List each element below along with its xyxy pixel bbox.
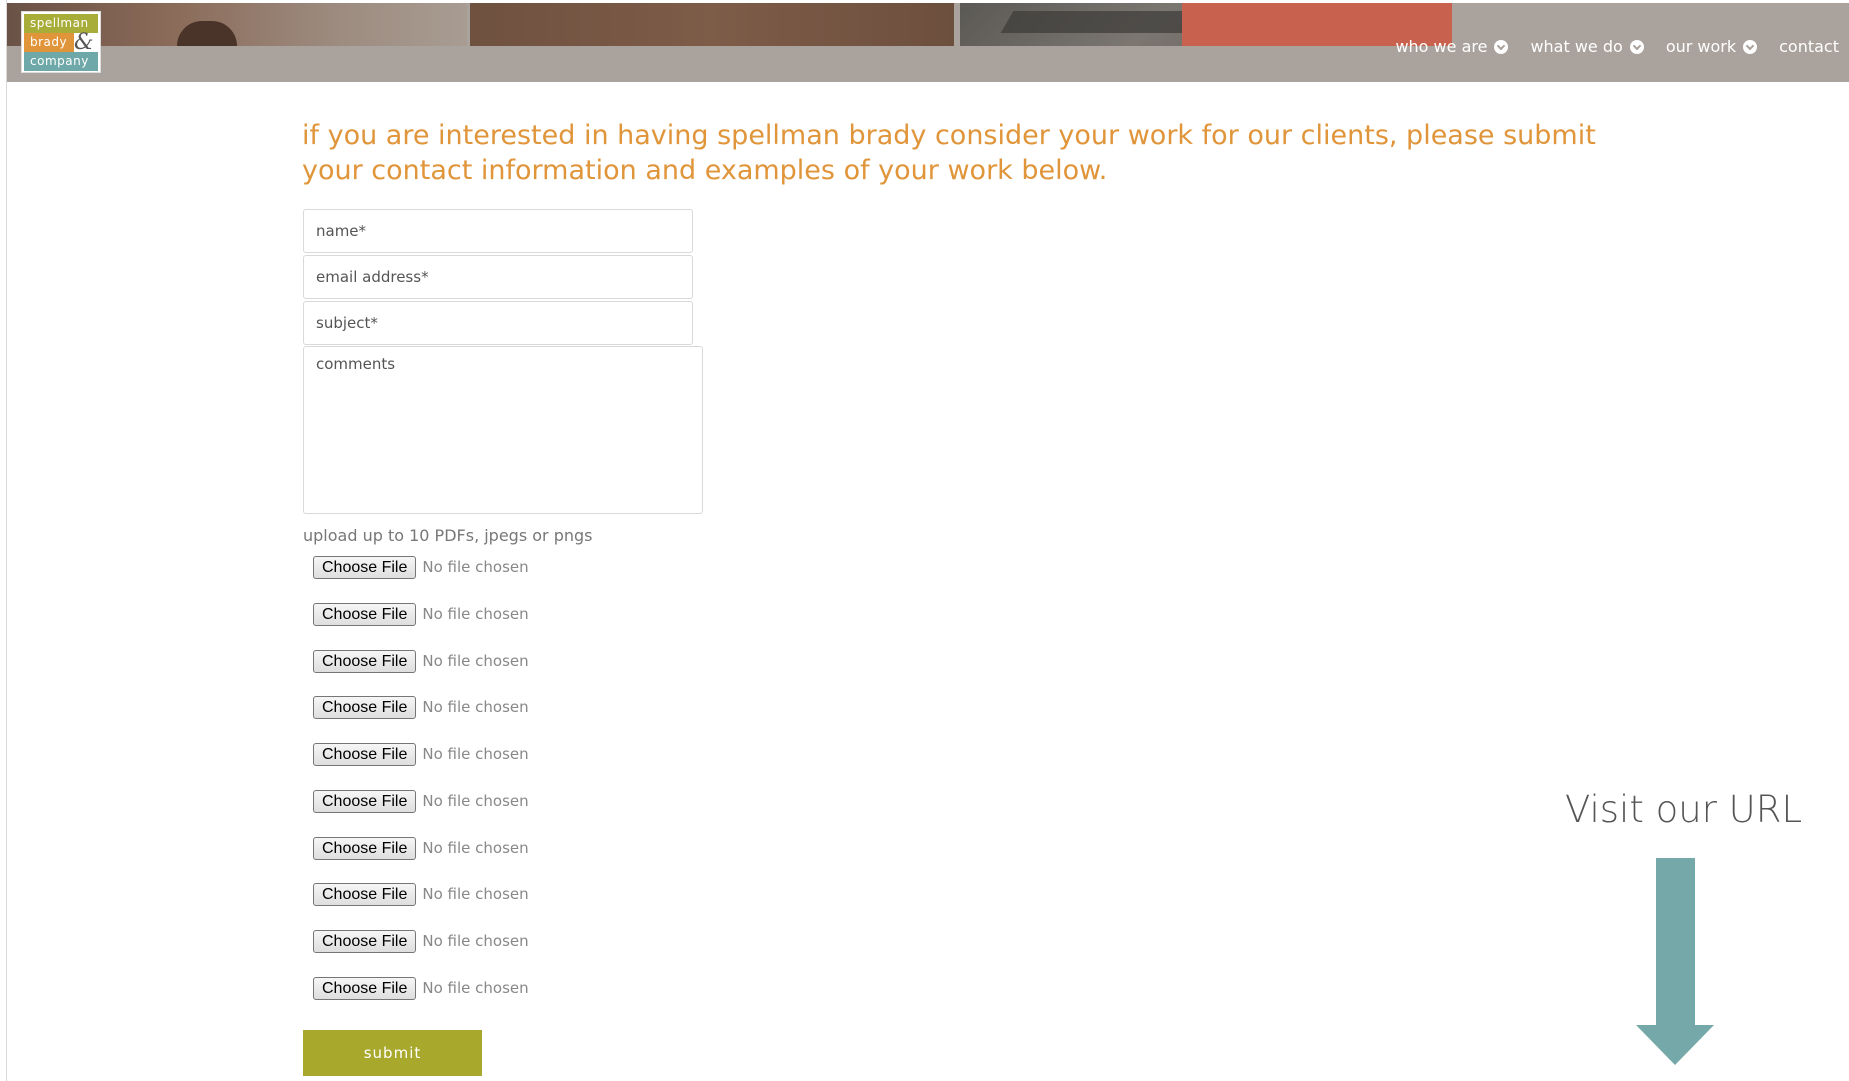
file-upload-row: Choose File No file chosen [313,789,529,813]
name-field[interactable] [303,209,693,253]
nav-item-our-work[interactable]: our work [1665,37,1758,56]
nav-item-label: contact [1779,37,1839,56]
file-status: No file chosen [422,605,529,623]
file-upload-row: Choose File No file chosen [313,929,529,953]
visit-url-callout: Visit our URL [1565,788,1803,831]
nav-item-what-we-do[interactable]: what we do [1530,37,1644,56]
choose-file-button[interactable]: Choose File [313,929,417,953]
file-status: No file chosen [422,932,529,950]
file-status: No file chosen [422,652,529,670]
choose-file-button[interactable]: Choose File [313,695,417,719]
choose-file-button[interactable]: Choose File [313,882,417,906]
choose-file-button[interactable]: Choose File [313,649,417,673]
nav-item-label: what we do [1530,37,1623,56]
down-arrow-icon [1656,858,1695,1028]
file-upload-row: Choose File No file chosen [313,742,529,766]
logo[interactable]: spellman brady & company [21,11,101,73]
main-nav: who we are what we do our work contact [1395,37,1839,56]
file-upload-row: Choose File No file chosen [313,695,529,719]
upload-label: upload up to 10 PDFs, jpegs or pngs [303,526,593,545]
logo-ampersand: & [74,30,94,55]
nav-item-label: our work [1665,37,1737,56]
choose-file-button[interactable]: Choose File [313,836,417,860]
file-upload-row: Choose File No file chosen [313,555,529,579]
submit-button[interactable]: submit [303,1030,482,1076]
file-upload-row: Choose File No file chosen [313,976,529,1000]
file-status: No file chosen [422,839,529,857]
logo-line-2: brady [24,33,74,52]
file-upload-row: Choose File No file chosen [313,836,529,860]
nav-item-who-we-are[interactable]: who we are [1395,37,1509,56]
file-status: No file chosen [422,885,529,903]
choose-file-button[interactable]: Choose File [313,602,417,626]
page: spellman brady & company who we are what… [0,0,1849,1081]
site-header: spellman brady & company who we are what… [7,3,1849,82]
file-status: No file chosen [422,558,529,576]
intro-text: if you are interested in having spellman… [302,120,1596,186]
chevron-down-circle-icon [1743,39,1758,54]
down-arrow-head [1636,1025,1714,1065]
file-upload-row: Choose File No file chosen [313,602,529,626]
file-upload-row: Choose File No file chosen [313,649,529,673]
choose-file-button[interactable]: Choose File [313,742,417,766]
page-edge [6,0,7,1081]
file-status: No file chosen [422,698,529,716]
subject-field[interactable] [303,301,693,345]
file-status: No file chosen [422,792,529,810]
choose-file-button[interactable]: Choose File [313,555,417,579]
choose-file-button[interactable]: Choose File [313,976,417,1000]
chevron-down-circle-icon [1494,39,1509,54]
nav-item-contact[interactable]: contact [1779,37,1839,56]
chevron-down-circle-icon [1629,39,1644,54]
hero-image-2 [470,3,954,46]
nav-item-label: who we are [1395,37,1488,56]
file-status: No file chosen [422,745,529,763]
email-field[interactable] [303,255,693,299]
logo-line-3: company [24,52,98,71]
file-status: No file chosen [422,979,529,997]
choose-file-button[interactable]: Choose File [313,789,417,813]
file-upload-row: Choose File No file chosen [313,882,529,906]
comments-field[interactable] [303,346,703,514]
